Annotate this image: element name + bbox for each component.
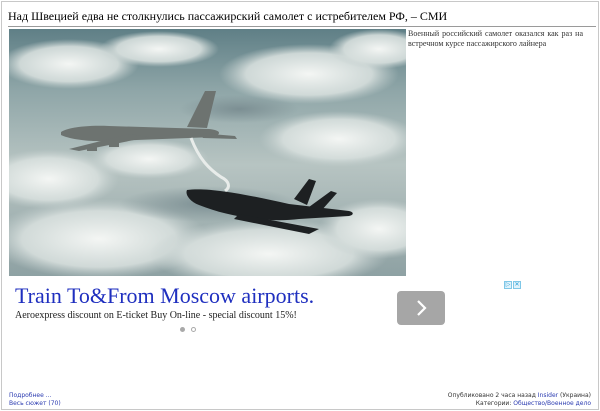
source-country: (Украина) bbox=[560, 392, 591, 399]
headline-divider bbox=[8, 26, 596, 27]
plot-link[interactable]: Весь сюжет (70) bbox=[9, 400, 61, 408]
article-meta: Опубликовано 2 часа назад Insider (Украи… bbox=[448, 392, 591, 408]
ad-next-button[interactable] bbox=[397, 291, 445, 325]
article-photo[interactable] bbox=[9, 29, 406, 276]
category-label: Категории: bbox=[475, 400, 512, 407]
ad-pager bbox=[180, 327, 196, 332]
category-link[interactable]: Общество/Военное дело bbox=[513, 400, 591, 407]
ad-text: Aeroexpress discount on E-ticket Buy On-… bbox=[15, 310, 297, 321]
pager-dot-inactive[interactable] bbox=[191, 327, 196, 332]
article-summary: Военный российский самолет оказался как … bbox=[408, 29, 583, 48]
more-link[interactable]: Подробнее ... bbox=[9, 392, 61, 400]
pager-dot-active[interactable] bbox=[180, 327, 185, 332]
more-links: Подробнее ... Весь сюжет (70) bbox=[9, 392, 61, 408]
published-prefix: Опубликовано 2 часа назад bbox=[447, 392, 536, 399]
adchoices-icon[interactable]: ▷ bbox=[504, 281, 512, 289]
ad-banner[interactable]: ▷ ✕ Train To&From Moscow airports. Aeroe… bbox=[9, 279, 523, 339]
chevron-right-icon bbox=[417, 300, 427, 316]
close-icon[interactable]: ✕ bbox=[513, 281, 521, 289]
article-headline[interactable]: Над Швецией едва не столкнулись пассажир… bbox=[8, 9, 596, 24]
category-line: Категории: Общество/Военное дело bbox=[448, 400, 591, 408]
ad-title[interactable]: Train To&From Moscow airports. bbox=[15, 283, 314, 309]
published-line: Опубликовано 2 часа назад Insider (Украи… bbox=[448, 392, 591, 400]
news-widget: Над Швецией едва не столкнулись пассажир… bbox=[1, 1, 599, 410]
source-link[interactable]: Insider bbox=[538, 392, 558, 399]
ad-badge[interactable]: ▷ ✕ bbox=[504, 281, 522, 289]
